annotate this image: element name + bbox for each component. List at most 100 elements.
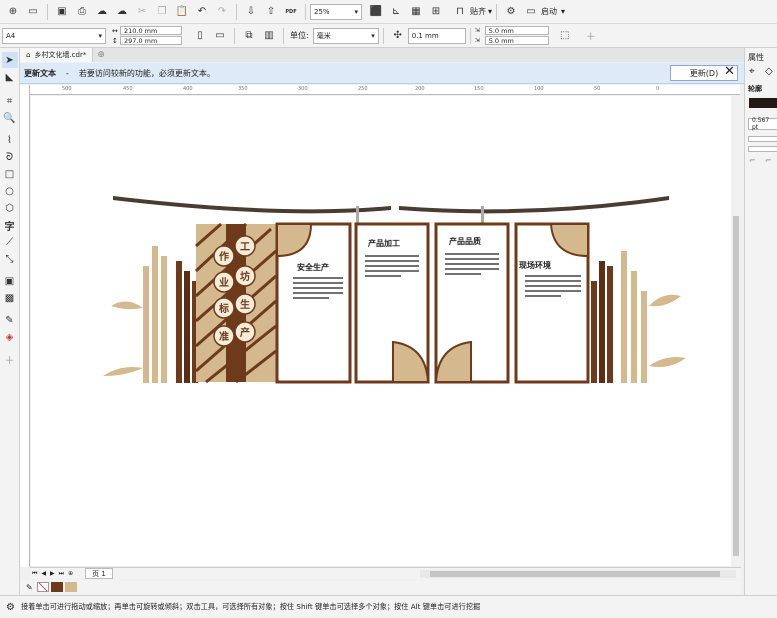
- shape-tool-icon[interactable]: ◣: [2, 69, 18, 85]
- bamboo-leaf: [111, 301, 143, 310]
- add-tool-icon[interactable]: ＋: [2, 351, 18, 367]
- chevron-down-icon: ▾: [561, 7, 566, 16]
- guidelines-icon[interactable]: ⊞: [428, 4, 444, 20]
- corner-style-icon[interactable]: ⌐: [749, 156, 756, 165]
- horizontal-scrollbar-thumb[interactable]: [430, 571, 720, 577]
- unit-select[interactable]: 毫米 ▾: [312, 27, 379, 44]
- open-folder-icon[interactable]: ▭: [25, 4, 41, 20]
- redo-icon[interactable]: ↷: [214, 4, 230, 20]
- ruler-mark: 300: [298, 86, 308, 92]
- new-tab-icon[interactable]: ⊕: [97, 50, 105, 60]
- pdf-export-icon[interactable]: PDF: [283, 4, 299, 20]
- outline-color-swatch[interactable]: [749, 98, 777, 108]
- next-page-icon[interactable]: ▶: [50, 570, 55, 577]
- page-height-field[interactable]: 297.0 mm: [120, 36, 182, 45]
- text-tool-icon[interactable]: 字: [2, 217, 18, 233]
- nudge-icon: ✣: [393, 30, 402, 41]
- height-icon: ↕: [112, 36, 118, 45]
- current-page-icon[interactable]: ▥: [261, 28, 277, 44]
- ruler-mark: 350: [238, 86, 248, 92]
- toolbox: ➤ ◣ ⌗ 🔍 ⌇ ᘐ □ ○ ⬡ 字 ⟋ ⤡ ▣ ▩ ✎ ◈ ＋: [0, 48, 20, 598]
- culture-wall-artwork[interactable]: 作 工 业 坊 标 生 准 产 安全生产 产品加工 产品品质 现场环境: [31, 96, 731, 566]
- notice-title: 更新文本: [24, 68, 56, 78]
- drawing-canvas[interactable]: 作 工 业 坊 标 生 准 产 安全生产 产品加工 产品品质 现场环境: [31, 96, 731, 566]
- connector-tool-icon[interactable]: ⤡: [2, 251, 18, 267]
- last-page-icon[interactable]: ⏭: [59, 570, 64, 578]
- gear-icon[interactable]: ⚙: [503, 4, 519, 20]
- horizontal-scrollbar[interactable]: [420, 570, 736, 578]
- show-grid-icon[interactable]: ▦: [408, 4, 424, 20]
- paste-icon[interactable]: 📋: [174, 4, 190, 20]
- print-icon[interactable]: ⎙: [74, 4, 90, 20]
- panel-title: 安全生产: [297, 262, 329, 272]
- add-page-icon[interactable]: ⊕: [68, 570, 73, 577]
- cut-icon[interactable]: ✂: [134, 4, 150, 20]
- drop-shadow-icon[interactable]: ▣: [2, 273, 18, 289]
- duplicate-y-icon: ⇲: [474, 37, 480, 44]
- page-width-value: 210.0 mm: [124, 26, 158, 35]
- duplicate-y-field[interactable]: 5.0 mm: [484, 36, 549, 45]
- all-pages-icon[interactable]: ⧉: [241, 28, 257, 44]
- eyedropper-icon[interactable]: ✎: [26, 583, 33, 592]
- launch-dropdown[interactable]: ▭ 启动 ▾: [521, 4, 565, 20]
- show-rulers-icon[interactable]: ⊾: [388, 4, 404, 20]
- full-screen-icon[interactable]: ⬛: [368, 4, 384, 20]
- tan-swatch[interactable]: [64, 582, 77, 592]
- transparency-tool-icon[interactable]: ▩: [2, 290, 18, 306]
- duplicate-x-field[interactable]: 5.0 mm: [484, 26, 549, 35]
- edit-page-icon[interactable]: ⬚: [557, 28, 573, 44]
- import-icon[interactable]: ⇩: [243, 4, 259, 20]
- undo-icon[interactable]: ↶: [194, 4, 210, 20]
- prev-page-icon[interactable]: ◀: [41, 570, 46, 577]
- eyedropper-tool-icon[interactable]: ✎: [2, 312, 18, 328]
- freehand-tool-icon[interactable]: ⌇: [2, 132, 18, 148]
- add-icon[interactable]: ＋: [583, 28, 599, 44]
- interactive-fill-icon[interactable]: ◈: [2, 329, 18, 345]
- export-icon[interactable]: ⇧: [263, 4, 279, 20]
- cloud-upload-icon[interactable]: ☁: [94, 4, 110, 20]
- nudge-distance-field[interactable]: 0.1 mm: [407, 27, 466, 44]
- page-size-value: A4: [6, 31, 16, 40]
- page-tab[interactable]: 页 1: [85, 568, 113, 579]
- line-style-field[interactable]: [748, 146, 777, 152]
- outline-tab-icon[interactable]: ⌖: [749, 66, 755, 77]
- parallel-dimension-icon[interactable]: ⟋: [2, 234, 18, 250]
- page-size-select[interactable]: A4 ▾: [2, 27, 106, 44]
- close-notice-icon[interactable]: ✕: [724, 64, 735, 79]
- save-icon[interactable]: ▣: [54, 4, 70, 20]
- top-bar-support: [356, 206, 359, 224]
- vertical-scrollbar-thumb[interactable]: [733, 216, 739, 556]
- first-page-icon[interactable]: ⏮: [32, 570, 37, 578]
- separator: [382, 27, 384, 44]
- ellipse-tool-icon[interactable]: ○: [2, 183, 18, 199]
- crop-tool-icon[interactable]: ⌗: [2, 93, 18, 109]
- cloud-download-icon[interactable]: ☁: [114, 4, 130, 20]
- corner-style-icon[interactable]: ⌐: [765, 156, 772, 165]
- zoom-tool-icon[interactable]: 🔍: [2, 110, 18, 126]
- fill-tab-icon[interactable]: ◇: [765, 66, 773, 77]
- property-bar: A4 ▾ ↔ 210.0 mm ↕ 297.0 mm ▯ ▭ ⧉ ▥ 单位: 毫…: [0, 24, 777, 48]
- snap-to-dropdown[interactable]: ⊓ 贴齐 ▾: [450, 4, 492, 20]
- landscape-icon[interactable]: ▭: [212, 28, 228, 44]
- no-color-swatch[interactable]: [36, 582, 49, 592]
- pick-tool-icon[interactable]: ➤: [1, 52, 18, 68]
- page-width-field[interactable]: 210.0 mm: [120, 26, 182, 35]
- status-text: 接着单击可进行拖动或缩放；再单击可旋转或倾斜；双击工具，可选择所有对象；按住 S…: [20, 602, 481, 611]
- top-bar-support: [481, 206, 484, 224]
- panel-title: 产品加工: [368, 238, 400, 248]
- separator: [234, 27, 235, 44]
- document-tab[interactable]: ⌂ 乡村文化墙.cdr*: [20, 48, 94, 62]
- copy-icon[interactable]: ❐: [154, 4, 170, 20]
- polygon-tool-icon[interactable]: ⬡: [2, 200, 18, 216]
- brown-swatch[interactable]: [50, 582, 63, 592]
- gear-icon[interactable]: ⚙: [6, 602, 15, 613]
- rectangle-tool-icon[interactable]: □: [2, 166, 18, 182]
- outline-width-field[interactable]: 0.567 pt: [748, 117, 777, 131]
- zoom-level-field[interactable]: 25% ▾: [310, 3, 362, 20]
- separator: [236, 3, 237, 20]
- artistic-media-icon[interactable]: ᘐ: [2, 149, 18, 165]
- line-style-field[interactable]: [748, 136, 777, 142]
- portrait-icon[interactable]: ▯: [192, 28, 208, 44]
- vertical-scrollbar[interactable]: [731, 96, 741, 566]
- new-document-icon[interactable]: ⊕: [5, 4, 21, 20]
